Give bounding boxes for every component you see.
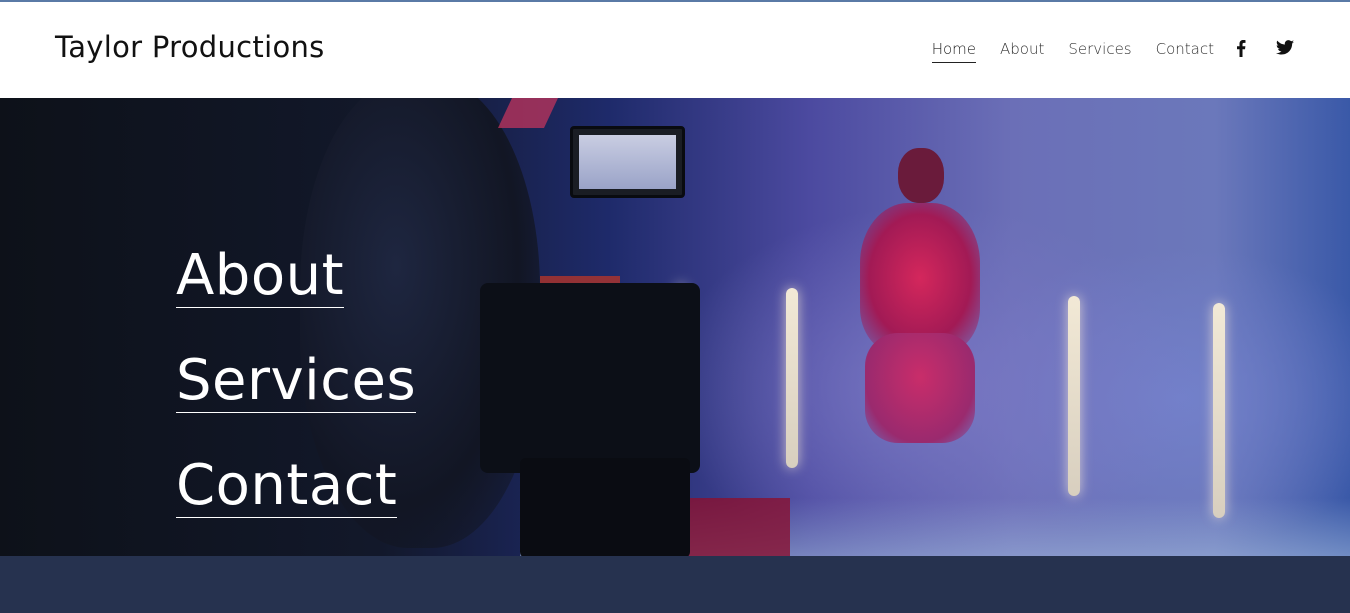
hero-services-link[interactable]: Services	[176, 350, 417, 413]
twitter-icon[interactable]	[1276, 40, 1294, 58]
camera-rig	[520, 458, 690, 556]
nav-home-link[interactable]: Home	[931, 39, 977, 63]
dancer-head	[898, 148, 944, 203]
site-header: Taylor Productions Home About Services C…	[0, 2, 1350, 98]
light-tube	[1213, 303, 1225, 518]
footer-band	[0, 556, 1350, 613]
hero-banner: About Services Contact	[0, 98, 1350, 556]
hero-links: About Services Contact	[176, 245, 417, 518]
main-nav: Home About Services Contact	[931, 39, 1294, 67]
facebook-icon[interactable]	[1236, 40, 1250, 58]
hero-contact-link[interactable]: Contact	[176, 455, 398, 518]
brand-logo[interactable]: Taylor Productions	[55, 30, 325, 64]
light-tube	[786, 288, 798, 468]
nav-about-link[interactable]: About	[1000, 39, 1044, 62]
light-tube	[1068, 296, 1080, 496]
dancer-body	[860, 203, 980, 353]
camera-body	[480, 283, 700, 473]
camera-monitor	[570, 126, 685, 198]
operator-red-accent	[498, 98, 558, 128]
dancer-shorts	[865, 333, 975, 443]
nav-services-link[interactable]: Services	[1068, 39, 1131, 62]
camera-monitor-screen	[579, 135, 676, 189]
nav-contact-link[interactable]: Contact	[1156, 39, 1214, 62]
hero-about-link[interactable]: About	[176, 245, 345, 308]
